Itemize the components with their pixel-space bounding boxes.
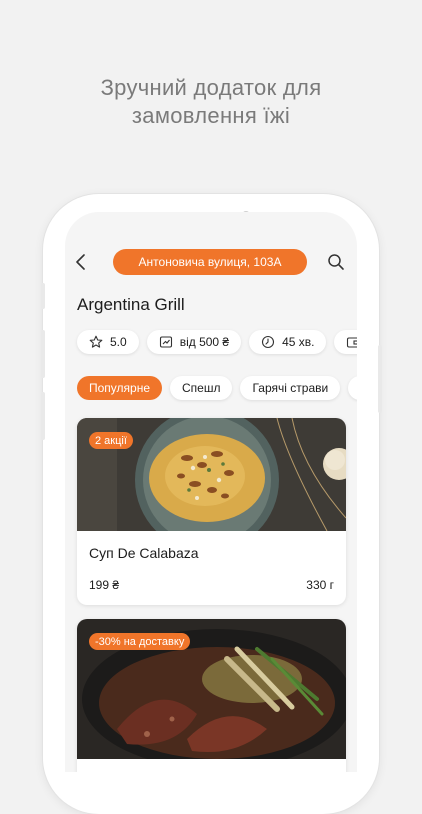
promo-headline: Зручний додаток для замовлення їжі [0,74,422,130]
headline-line-1: Зручний додаток для [100,75,322,100]
restaurant-info-chips: 5.0 від 500 ₴ 45 хв. м [77,330,357,354]
rating-value: 5.0 [110,335,127,349]
phone-side-button [41,392,45,440]
delivery-time-chip: 45 хв. [249,330,327,354]
min-order-chip: від 500 ₴ [146,330,242,354]
clock-icon [262,335,275,349]
delivery-price-icon [159,336,172,348]
phone-side-button [378,345,382,413]
dish-card[interactable]: -30% на доставку [77,619,346,772]
category-tab-popular[interactable]: Популярне [77,376,163,400]
category-tab-hot-dishes[interactable]: Гарячі страви [240,376,341,400]
category-tabs: Популярне Спешл Гарячі страви П [77,376,357,400]
min-order-value: від 500 ₴ [179,335,230,349]
phone-side-button [41,283,45,309]
dish-weight: 330 г [306,578,334,592]
headline-line-2: замовлення їжі [131,103,291,128]
delivery-time-value: 45 хв. [282,335,315,349]
category-tab-next[interactable]: П [348,376,357,400]
dish-card[interactable]: 2 акції Суп De Calabaza 199 ₴ 330 г [77,418,346,605]
dish-name: Суп De Calabaza [89,545,199,561]
address-text: Антоновича вулиця, 103А [138,255,282,269]
wallet-icon [347,337,357,348]
dish-price: 199 ₴ [89,578,120,592]
phone-side-button [41,330,45,378]
rating-chip: 5.0 [77,330,139,354]
restaurant-name: Argentina Grill [77,295,185,314]
promo-badge: 2 акції [89,432,133,449]
search-icon[interactable] [327,253,345,271]
category-tab-special[interactable]: Спешл [170,376,233,400]
star-icon [89,335,103,348]
payment-chip: м [334,330,357,354]
promo-badge: -30% на доставку [89,633,191,650]
back-arrow-icon[interactable] [75,254,87,270]
address-selector[interactable]: Антоновича вулиця, 103А [113,249,307,275]
app-screen: Антоновича вулиця, 103А Argentina Grill … [65,212,357,772]
